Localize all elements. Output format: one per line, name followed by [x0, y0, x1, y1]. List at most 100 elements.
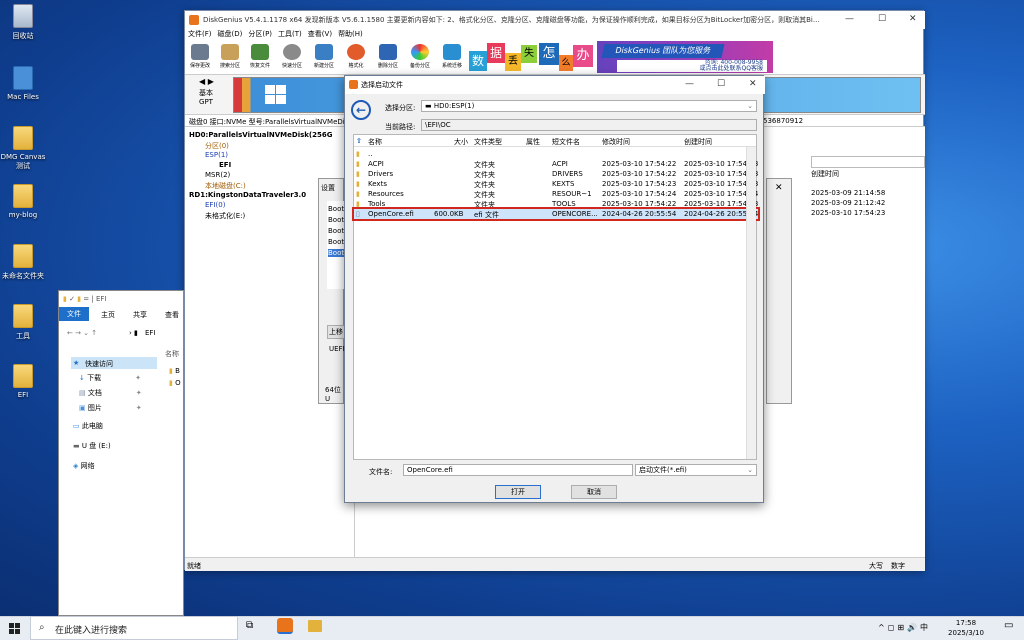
- desktop-icon-new-folder[interactable]: 未命名文件夹: [0, 244, 46, 281]
- tree-item-c-drive[interactable]: 本地磁盘(C:): [205, 181, 246, 191]
- menu-tools[interactable]: 工具(T): [278, 29, 302, 39]
- column-attr[interactable]: 属性: [526, 137, 540, 147]
- column-size[interactable]: 大小: [454, 137, 468, 147]
- quick-partition-button[interactable]: 快速分区: [279, 43, 305, 73]
- maximize-button[interactable]: ☐: [878, 14, 886, 24]
- menu-help[interactable]: 帮助(H): [338, 29, 363, 39]
- ad-banner[interactable]: 数 据 丢 失 怎 么 办 DiskGenius 团队为您服务 咨询: 400-…: [467, 41, 773, 73]
- desktop-icon-mac-files[interactable]: Mac Files: [0, 66, 46, 101]
- minimize-button[interactable]: —: [845, 14, 854, 24]
- desktop-icon-my-blog[interactable]: my-blog: [0, 184, 46, 219]
- cell-name: Tools: [368, 200, 386, 208]
- scrollbar[interactable]: [746, 147, 756, 459]
- file-item[interactable]: ▮ O: [169, 379, 181, 387]
- nav-quick-access[interactable]: ★ 快速访问: [71, 357, 157, 369]
- column-type[interactable]: 文件类型: [474, 137, 502, 147]
- close-button[interactable]: ✕: [909, 14, 917, 24]
- boot-item[interactable]: Boot: [328, 238, 344, 246]
- partition-select[interactable]: ▬ HD0:ESP(1) ⌄: [421, 100, 757, 112]
- filter-select[interactable]: 启动文件(*.efi) ⌄: [635, 464, 757, 476]
- desktop-icon-recycle-bin[interactable]: 回收站: [0, 4, 46, 41]
- task-view-icon[interactable]: ⧉: [246, 620, 253, 631]
- nav-this-pc[interactable]: ▭ 此电脑: [73, 421, 103, 431]
- table-row[interactable]: ▮ Drivers 文件夹 DRIVERS 2025-03-10 17:54:22 202…: [354, 169, 758, 179]
- tab-file[interactable]: 文件: [59, 307, 89, 321]
- menu-file[interactable]: 文件(F): [188, 29, 212, 39]
- move-up-button[interactable]: 上移: [327, 325, 345, 339]
- menu-disk[interactable]: 磁盘(D): [218, 29, 243, 39]
- table-row-parent[interactable]: ▮..: [354, 149, 758, 159]
- diskgenius-taskbar-icon[interactable]: [277, 618, 293, 634]
- nav-network[interactable]: ◈ 网络: [73, 461, 95, 471]
- search-partition-button[interactable]: 搜索分区: [217, 43, 243, 73]
- tree-item-efi-folder[interactable]: EFI: [219, 161, 231, 169]
- menu-view[interactable]: 查看(V): [308, 29, 332, 39]
- address-bar[interactable]: ← → ⌄ ↑ › ▮ EFI: [59, 327, 185, 341]
- tree-item-efi0[interactable]: EFI(0): [205, 201, 225, 209]
- table-row[interactable]: ▮ Kexts 文件夹 KEXTS 2025-03-10 17:54:23 2025-03…: [354, 179, 758, 189]
- notification-icon[interactable]: ▭: [1004, 620, 1013, 631]
- nav-arrows[interactable]: ◀ ▶: [199, 77, 214, 86]
- clock[interactable]: 17:58 2025/3/10: [944, 618, 988, 638]
- tab-share[interactable]: 共享: [133, 310, 147, 320]
- filename-input[interactable]: OpenCore.efi: [403, 464, 633, 476]
- desktop-icon-efi[interactable]: EFI: [0, 364, 46, 399]
- nav-pictures[interactable]: ▣ 图片 ✦: [79, 403, 142, 413]
- maximize-button[interactable]: ☐: [717, 79, 725, 89]
- tray-chevron-icon[interactable]: ^: [878, 623, 888, 632]
- column-short-name[interactable]: 短文件名: [552, 137, 580, 147]
- save-changes-button[interactable]: 保存更改: [187, 43, 213, 73]
- taskbar-search[interactable]: ⌕ 在此键入进行搜索: [30, 616, 238, 640]
- desktop-icon-dmg-canvas[interactable]: DMG Canvas 测试: [0, 126, 46, 171]
- minimize-button[interactable]: —: [685, 79, 694, 89]
- cancel-button[interactable]: 取消: [571, 485, 617, 499]
- boot-item[interactable]: Boot: [328, 216, 344, 224]
- menu-partition[interactable]: 分区(P): [248, 29, 272, 39]
- open-button[interactable]: 打开: [495, 485, 541, 499]
- boot-item-selected[interactable]: Boot: [328, 249, 345, 257]
- delete-partition-button[interactable]: 删除分区: [375, 43, 401, 73]
- cell-type: efi 文件: [474, 211, 499, 219]
- file-item[interactable]: ▮ B: [169, 367, 180, 375]
- volume-icon[interactable]: 🔊: [907, 623, 920, 632]
- new-partition-button[interactable]: 新建分区: [311, 43, 337, 73]
- desktop-icon-tools[interactable]: 工具: [0, 304, 46, 341]
- tree-item-hd0[interactable]: HD0:ParallelsVirtualNVMeDisk(256G: [189, 131, 332, 139]
- nav-usb-drive[interactable]: ▬ U 盘 (E:): [73, 441, 111, 451]
- tree-item-unformatted[interactable]: 未格式化(E:): [205, 211, 245, 221]
- network-icon[interactable]: ⊞: [897, 623, 907, 632]
- tab-view[interactable]: 查看: [165, 310, 179, 320]
- tree-item-rd1[interactable]: RD1:KingstonDataTraveler3.0: [189, 191, 306, 199]
- ime-indicator[interactable]: 中: [920, 623, 931, 632]
- boot-item[interactable]: Boot: [328, 205, 344, 213]
- system-tray[interactable]: ^◻⊞🔊中: [878, 622, 931, 633]
- table-row[interactable]: ▮ ACPI 文件夹 ACPI 2025-03-10 17:54:22 2025-03-1…: [354, 159, 758, 169]
- tray-icon[interactable]: ◻: [888, 623, 898, 632]
- column-created[interactable]: 创建时间: [684, 137, 712, 147]
- system-migration-button[interactable]: 系统迁移: [439, 43, 465, 73]
- table-row[interactable]: ▮ Tools 文件夹 TOOLS 2025-03-10 17:54:22 2025-03…: [354, 199, 758, 209]
- boot-item[interactable]: Boot: [328, 227, 344, 235]
- folder-icon: ▮: [356, 160, 360, 168]
- close-button[interactable]: ✕: [749, 79, 757, 89]
- recover-files-button[interactable]: 恢复文件: [247, 43, 273, 73]
- backup-partition-button[interactable]: 备份分区: [407, 43, 433, 73]
- nav-documents[interactable]: ▤ 文档 ✦: [79, 388, 142, 398]
- back-arrow-icon[interactable]: ←: [351, 100, 371, 120]
- column-name[interactable]: 名称: [368, 137, 382, 147]
- up-icon[interactable]: ⇧: [356, 137, 362, 145]
- close-icon[interactable]: ✕: [775, 183, 783, 193]
- table-row-selected[interactable]: ▯ OpenCore.efi 600.0KB efi 文件 OPENCORE... 202…: [352, 207, 760, 221]
- tree-item-msr[interactable]: MSR(2): [205, 171, 230, 179]
- tree-item-esp[interactable]: ESP(1): [205, 151, 228, 159]
- start-button[interactable]: [0, 616, 30, 640]
- column-modified[interactable]: 修改时间: [602, 137, 630, 147]
- tab-home[interactable]: 主页: [101, 310, 115, 320]
- explorer-taskbar-icon[interactable]: [308, 620, 322, 632]
- format-button[interactable]: 格式化: [343, 43, 369, 73]
- panel-dropdown[interactable]: [811, 156, 925, 168]
- tree-item-partition0[interactable]: 分区(0): [205, 141, 229, 151]
- nav-downloads[interactable]: ↓ 下载 ✦: [79, 373, 141, 383]
- table-row[interactable]: ▮ Resources 文件夹 RESOUR~1 2025-03-10 17:54:24…: [354, 189, 758, 199]
- nav-arrows[interactable]: ← → ⌄ ↑: [67, 329, 97, 337]
